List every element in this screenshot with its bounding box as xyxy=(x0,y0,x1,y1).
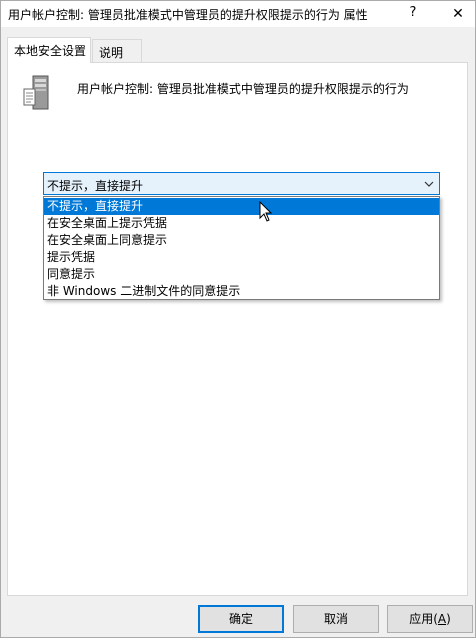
dropdown-option-credentials[interactable]: 提示凭据 xyxy=(44,249,439,266)
dropdown-list: 不提示，直接提升 在安全桌面上提示凭据 在安全桌面上同意提示 提示凭据 同意提示… xyxy=(43,196,440,300)
window-title: 用户帐户控制: 管理员批准模式中管理员的提升权限提示的行为 属性 xyxy=(8,8,368,22)
apply-button[interactable]: 应用(A) xyxy=(387,605,473,633)
tab-label: 说明 xyxy=(99,46,124,60)
policy-title: 用户帐户控制: 管理员批准模式中管理员的提升权限提示的行为 xyxy=(77,82,409,96)
server-policy-icon xyxy=(23,75,49,110)
policy-setting-dropdown[interactable]: 不提示，直接提升 xyxy=(43,172,440,195)
dropdown-option-consent[interactable]: 同意提示 xyxy=(44,266,439,283)
properties-dialog: 用户帐户控制: 管理员批准模式中管理员的提升权限提示的行为 属性 ? ✕ 本地安… xyxy=(0,0,476,638)
cancel-button[interactable]: 取消 xyxy=(293,605,379,633)
tab-label: 本地安全设置 xyxy=(14,44,87,58)
dropdown-option-no-prompt[interactable]: 不提示，直接提升 xyxy=(44,198,439,215)
close-button[interactable]: ✕ xyxy=(441,1,475,27)
mouse-cursor-icon xyxy=(259,201,273,222)
apply-label-suffix: ) xyxy=(446,612,451,626)
tab-panel: 用户帐户控制: 管理员批准模式中管理员的提升权限提示的行为 不提示，直接提升 不… xyxy=(7,62,468,596)
title-bar: 用户帐户控制: 管理员批准模式中管理员的提升权限提示的行为 属性 ? ✕ xyxy=(1,1,475,27)
tab-local-security-setting[interactable]: 本地安全设置 xyxy=(7,37,91,63)
chevron-down-icon xyxy=(424,181,434,187)
dropdown-selected-value: 不提示，直接提升 xyxy=(47,179,144,193)
apply-label-prefix: 应用( xyxy=(409,612,438,626)
help-button[interactable]: ? xyxy=(399,1,427,27)
apply-accelerator-key: A xyxy=(437,612,447,626)
dropdown-option-secure-desktop-credentials[interactable]: 在安全桌面上提示凭据 xyxy=(44,215,439,232)
dropdown-option-secure-desktop-consent[interactable]: 在安全桌面上同意提示 xyxy=(44,232,439,249)
tab-strip: 本地安全设置 说明 xyxy=(7,37,467,63)
ok-button[interactable]: 确定 xyxy=(198,605,284,633)
dropdown-option-consent-non-windows[interactable]: 非 Windows 二进制文件的同意提示 xyxy=(44,283,439,300)
tab-explain[interactable]: 说明 xyxy=(92,39,142,63)
